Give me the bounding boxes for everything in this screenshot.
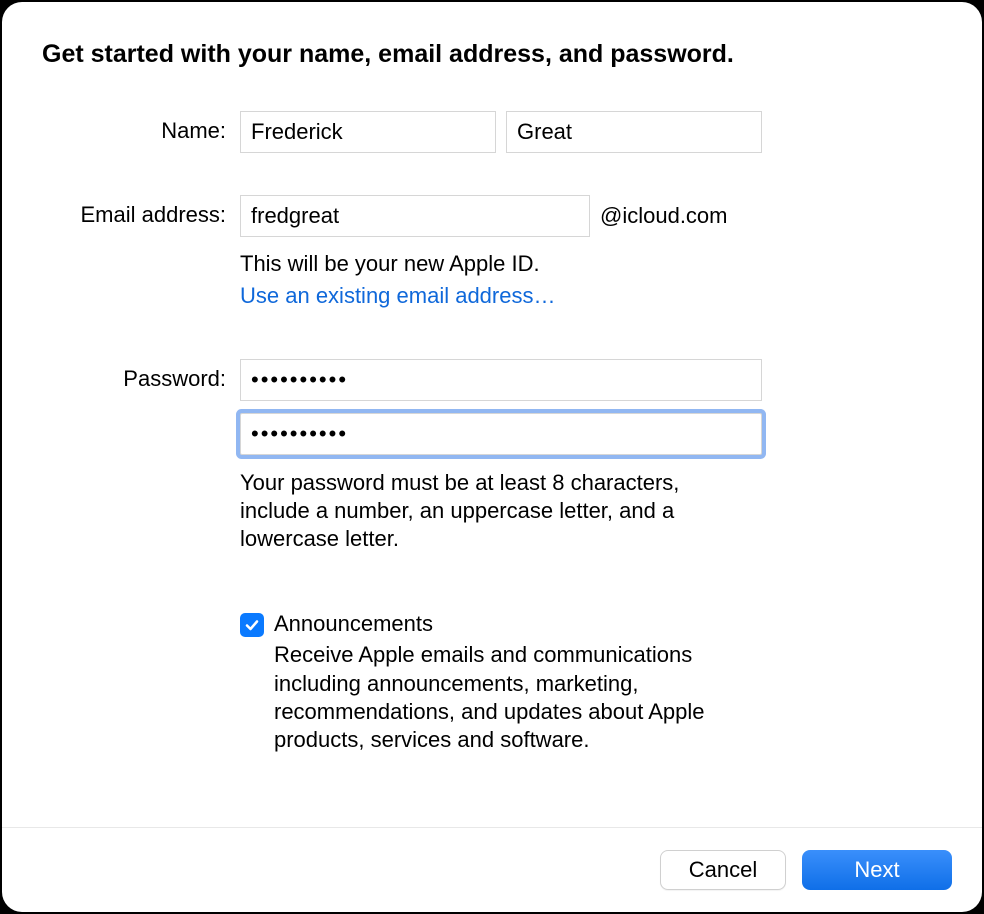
- announcements-description: Receive Apple emails and communications …: [274, 641, 754, 754]
- setup-dialog: Get started with your name, email addres…: [2, 2, 982, 912]
- email-label: Email address:: [42, 195, 240, 228]
- password-input[interactable]: [240, 359, 762, 401]
- password-row: Password: Your password must be at least…: [42, 359, 942, 553]
- password-hint: Your password must be at least 8 charact…: [240, 469, 750, 553]
- checkmark-icon: [244, 617, 260, 633]
- email-hint: This will be your new Apple ID.: [240, 251, 942, 277]
- name-row: Name:: [42, 111, 942, 153]
- dialog-footer: Cancel Next: [2, 827, 982, 912]
- password-confirm-row: [240, 413, 942, 455]
- checkbox-field: Announcements Receive Apple emails and c…: [240, 611, 942, 754]
- last-name-input[interactable]: [506, 111, 762, 153]
- empty-label: [42, 611, 240, 618]
- cancel-button[interactable]: Cancel: [660, 850, 786, 890]
- dialog-content: Get started with your name, email addres…: [2, 2, 982, 827]
- next-button[interactable]: Next: [802, 850, 952, 890]
- email-row: Email address: @icloud.com This will be …: [42, 195, 942, 309]
- announcements-label: Announcements: [274, 611, 433, 637]
- checkbox-wrapper: Announcements: [240, 611, 942, 637]
- dialog-title: Get started with your name, email addres…: [42, 40, 942, 69]
- password-fields: Your password must be at least 8 charact…: [240, 359, 942, 553]
- email-local-input[interactable]: [240, 195, 590, 237]
- first-name-input[interactable]: [240, 111, 496, 153]
- password-label: Password:: [42, 359, 240, 392]
- email-wrapper: @icloud.com: [240, 195, 942, 237]
- email-domain-suffix: @icloud.com: [600, 203, 728, 229]
- name-label: Name:: [42, 111, 240, 144]
- announcements-checkbox[interactable]: [240, 613, 264, 637]
- use-existing-email-link[interactable]: Use an existing email address…: [240, 283, 942, 309]
- email-fields: @icloud.com This will be your new Apple …: [240, 195, 942, 309]
- name-fields: [240, 111, 942, 153]
- password-confirm-input[interactable]: [240, 413, 762, 455]
- announcements-row: Announcements Receive Apple emails and c…: [42, 611, 942, 754]
